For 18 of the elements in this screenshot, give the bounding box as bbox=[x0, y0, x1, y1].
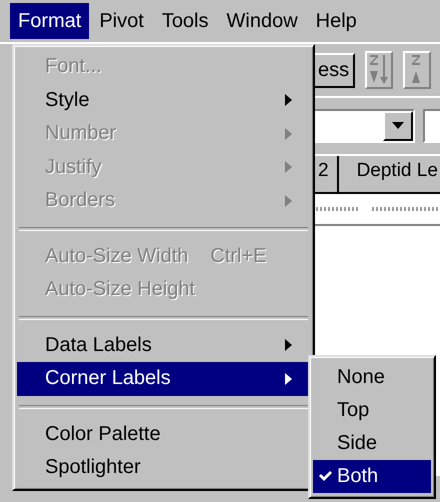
menu-bar-item[interactable]: Window bbox=[218, 3, 306, 39]
menu-item[interactable]: Top bbox=[313, 394, 431, 427]
menu-item[interactable]: Color Palette bbox=[17, 418, 310, 451]
column-header: Deptid Le bbox=[338, 156, 440, 192]
sort-descending-icon[interactable] bbox=[403, 51, 432, 89]
menu-item[interactable]: Side bbox=[313, 427, 431, 460]
menu-item[interactable]: Style bbox=[17, 84, 310, 117]
menu-bar-item[interactable]: Pivot bbox=[91, 3, 152, 39]
hatch-bar bbox=[372, 207, 440, 211]
menu-item[interactable]: Data Labels bbox=[17, 328, 310, 362]
menu-item[interactable]: None bbox=[313, 361, 431, 394]
menu-bar-item[interactable]: Tools bbox=[154, 3, 217, 39]
menu-item[interactable]: Both bbox=[313, 460, 431, 493]
menu-item[interactable]: Spotlighter bbox=[17, 451, 310, 484]
sort-ascending-icon[interactable] bbox=[365, 51, 394, 89]
menu-bar-item[interactable]: Format bbox=[10, 3, 90, 39]
menu-item[interactable]: Corner Labels bbox=[17, 362, 310, 396]
menu-bar-item[interactable]: Help bbox=[308, 3, 365, 39]
